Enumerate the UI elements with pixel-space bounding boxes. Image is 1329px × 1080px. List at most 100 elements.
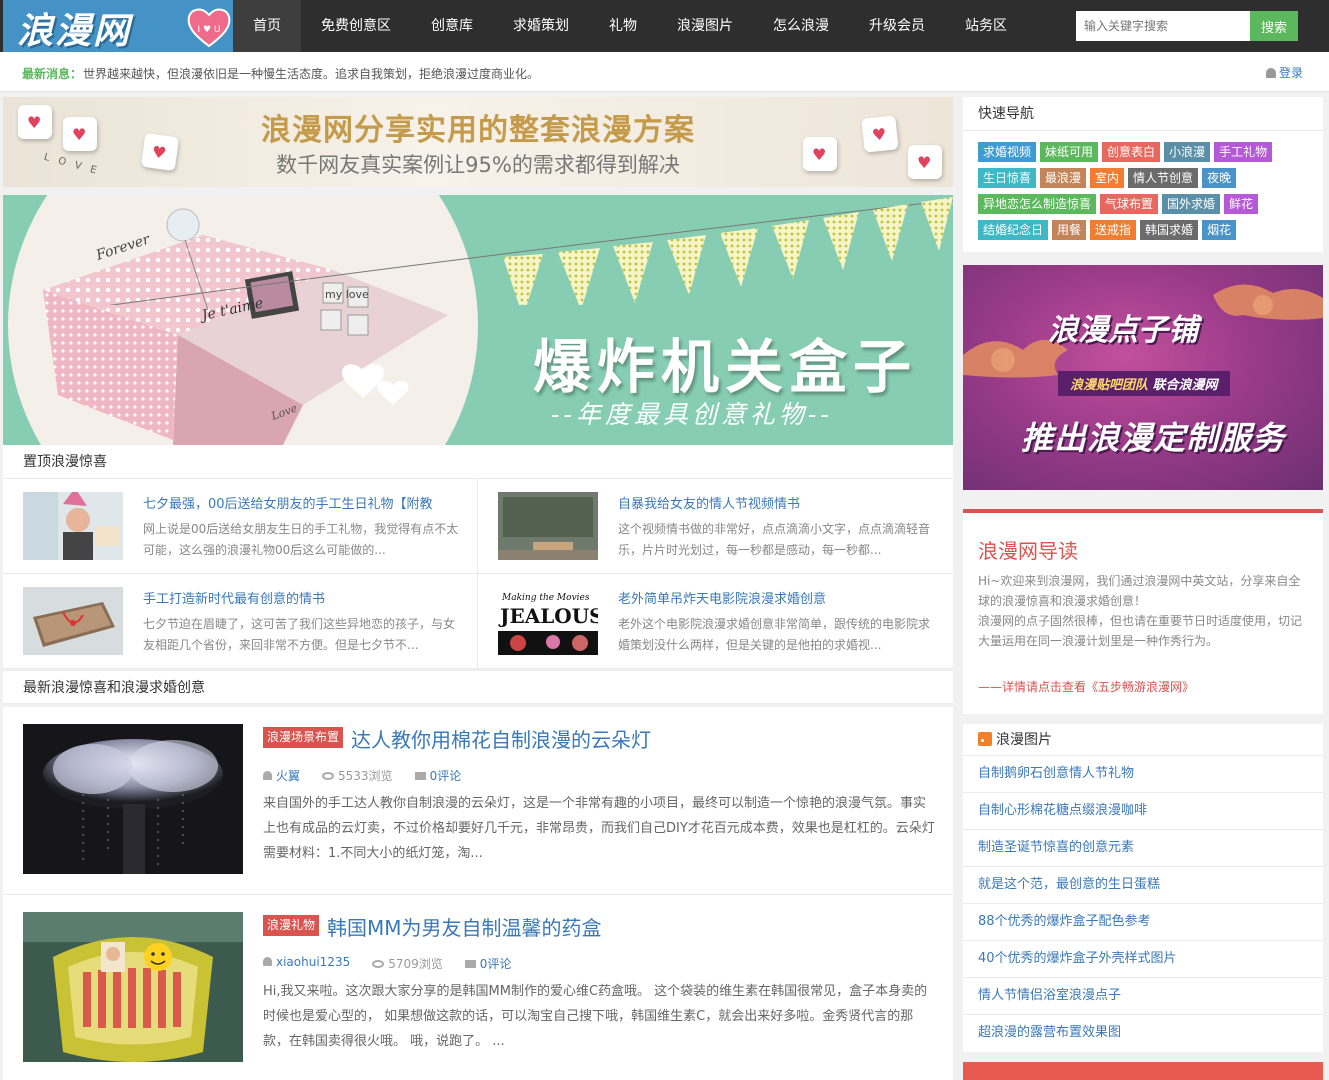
sidebar: 快速导航 求婚视频 妹纸可用 创意表白 小浪漫 手工礼物 生日惊喜 最浪漫 室内 情人节创意 夜晚… (963, 97, 1323, 1080)
picture-link[interactable]: 自制心形棉花糖点缀浪漫咖啡 (963, 793, 1323, 830)
pinned-item-title[interactable]: 老外简单吊炸天电影院浪漫求婚创意 (618, 588, 938, 607)
ad-title: 浪漫点子铺 (1048, 313, 1198, 348)
article-item: 浪漫礼物 韩国MM为男友自制温馨的药盒 xiaohui1235 5709浏览 0… (3, 895, 953, 1080)
pinned-item-desc: 七夕节迫在眉睫了，这可苦了我们这些异地恋的孩子，与女友相距几个省份，来回非常不方… (143, 617, 456, 652)
feature-banner[interactable]: Forever my love Je t'aime Love 爆炸机关盒子 --… (3, 195, 953, 445)
picture-link[interactable]: 就是这个范，最创意的生日蛋糕 (963, 867, 1323, 904)
svg-text:JEALOUS: JEALOUS (498, 604, 598, 628)
nav-item-site-affairs[interactable]: 站务区 (945, 0, 1027, 52)
quick-nav-tag[interactable]: 烟花 (1202, 220, 1237, 240)
article-category-tag[interactable]: 浪漫场景布置 (263, 727, 344, 748)
nav-item-idea-library[interactable]: 创意库 (411, 0, 493, 52)
logo-heart-icon: I ♥ U (187, 8, 231, 48)
guide-title: 浪漫网导读 (978, 539, 1078, 563)
article-title[interactable]: 达人教你用棉花自制浪漫的云朵灯 (351, 724, 651, 753)
picture-link[interactable]: 40个优秀的爆炸盒子外壳样式图片 (963, 941, 1323, 978)
article-excerpt: 来自国外的手工达人教你自制浪漫的云朵灯，这是一个非常有趣的小项目，最终可以制造一… (263, 796, 935, 861)
quick-nav-tag[interactable]: 夜晚 (1202, 168, 1237, 188)
quick-nav-tag[interactable]: 室内 (1090, 168, 1125, 188)
article-thumbnail[interactable] (23, 724, 243, 874)
quick-nav-tag[interactable]: 手工礼物 (1214, 142, 1273, 162)
nav-item-how-to[interactable]: 怎么浪漫 (753, 0, 849, 52)
top-navigation-bar: 浪漫网 I ♥ U 首页 免费创意区 创意库 求婚策划 礼物 浪漫图片 怎么浪漫… (0, 0, 1329, 52)
article-comments[interactable]: 0评论 (464, 955, 511, 972)
pinned-item-title[interactable]: 手工打造新时代最有创意的情书 (143, 588, 463, 607)
quick-nav-tag[interactable]: 送戒指 (1090, 220, 1137, 240)
pinned-list: 七夕最强，00后送给女朋友的手工生日礼物【附教 网上说是00后送给女朋友生日的手… (3, 479, 953, 669)
rss-icon[interactable] (978, 732, 992, 746)
feature-banner-subtitle: --年度最具创意礼物-- (551, 400, 833, 429)
article-author[interactable]: 火翼 (263, 767, 300, 784)
svg-text:Making the Movies: Making the Movies (501, 593, 590, 603)
nav-item-membership[interactable]: 升级会员 (849, 0, 945, 52)
quick-nav-tag[interactable]: 最浪漫 (1040, 168, 1087, 188)
pictures-panel-title: 浪漫图片 (996, 732, 1052, 748)
nav-item-home[interactable]: 首页 (233, 0, 301, 52)
article-title[interactable]: 韩国MM为男友自制温馨的药盒 (327, 912, 602, 941)
sidebar-ad-banner[interactable]: 浪漫点子铺 浪漫贴吧团队 联合浪漫网 推出浪漫定制服务 (963, 265, 1323, 490)
picture-link[interactable]: 自制鹅卵石创意情人节礼物 (963, 756, 1323, 793)
quick-nav-tag[interactable]: 鲜花 (1224, 194, 1259, 214)
quick-nav-tag[interactable]: 情人节创意 (1128, 168, 1199, 188)
quick-nav-tag[interactable]: 创意表白 (1102, 142, 1161, 162)
article-category-tag[interactable]: 浪漫礼物 (263, 915, 320, 936)
ad-tagline: 推出浪漫定制服务 (1021, 419, 1286, 457)
nav-item-pictures[interactable]: 浪漫图片 (657, 0, 753, 52)
article-list: 浪漫场景布置 达人教你用棉花自制浪漫的云朵灯 火翼 5533浏览 0评论 来自国… (3, 707, 953, 1080)
pinned-item[interactable]: 七夕最强，00后送给女朋友的手工生日礼物【附教 网上说是00后送给女朋友生日的手… (3, 479, 478, 574)
user-icon (263, 957, 272, 966)
feature-banner-title: 爆炸机关盒子 (533, 333, 918, 401)
guide-link[interactable]: ——详情请点击查看《五步畅游浪漫网》 (978, 678, 1194, 695)
quick-nav-tag[interactable]: 求婚视频 (978, 142, 1037, 162)
pinned-item-title[interactable]: 七夕最强，00后送给女朋友的手工生日礼物【附教 (143, 493, 463, 512)
comment-icon (464, 960, 476, 968)
article-comments[interactable]: 0评论 (414, 767, 461, 784)
pinned-item-desc: 网上说是00后送给女朋友生日的手工礼物，我觉得有点不太可能，这么强的浪漫礼物00… (143, 522, 459, 557)
site-logo[interactable]: 浪漫网 I ♥ U (3, 0, 233, 52)
pinned-item[interactable]: Making the Movies JEALOUS 老外简单吊炸天电影院浪漫求婚… (478, 574, 953, 669)
pinned-item[interactable]: 自暴我给女友的情人节视频情书 这个视频情书做的非常好，点点滴滴小文字，点点滴滴轻… (478, 479, 953, 574)
search-input[interactable] (1076, 11, 1250, 41)
picture-link[interactable]: 情人节情侣浴室浪漫点子 (963, 978, 1323, 1015)
sidebar-next-panel-edge (963, 1062, 1323, 1080)
user-icon (263, 771, 272, 780)
pinned-item-title[interactable]: 自暴我给女友的情人节视频情书 (618, 493, 938, 512)
login-link[interactable]: 登录 (1266, 64, 1303, 81)
article-views: 5709浏览 (372, 955, 443, 972)
article-author[interactable]: xiaohui1235 (263, 955, 350, 972)
pinned-thumbnail (23, 587, 123, 655)
quick-nav-tag[interactable]: 生日惊喜 (978, 168, 1037, 188)
quick-nav-tag[interactable]: 用餐 (1052, 220, 1087, 240)
nav-item-free-ideas[interactable]: 免费创意区 (301, 0, 411, 52)
picture-link[interactable]: 制造圣诞节惊喜的创意元素 (963, 830, 1323, 867)
eye-icon (372, 960, 385, 968)
pinned-thumbnail: Making the Movies JEALOUS (498, 587, 598, 655)
quick-nav-panel: 快速导航 求婚视频 妹纸可用 创意表白 小浪漫 手工礼物 生日惊喜 最浪漫 室内 情人节创意 夜晚… (963, 97, 1323, 252)
quick-nav-tag[interactable]: 国外求婚 (1162, 194, 1221, 214)
article-thumbnail[interactable] (23, 912, 243, 1062)
promo-banner-subtitle: 数千网友真实案例让95%的需求都得到解决 (276, 153, 680, 177)
pictures-panel-header: 浪漫图片 (963, 724, 1323, 756)
quick-nav-tag[interactable]: 妹纸可用 (1040, 142, 1099, 162)
quick-nav-tag[interactable]: 小浪漫 (1164, 142, 1211, 162)
pinned-item-desc: 这个视频情书做的非常好，点点滴滴小文字，点点滴滴轻音乐，片片时光划过，每一秒都是… (618, 522, 931, 557)
quick-nav-tag[interactable]: 异地恋怎么制造惊喜 (978, 194, 1097, 214)
news-bar: 最新消息： 世界越来越快，但浪漫依旧是一种慢生活态度。追求自我策划，拒绝浪漫过度… (0, 52, 1329, 92)
quick-nav-tag[interactable]: 结婚纪念日 (978, 220, 1049, 240)
ad-team: 浪漫贴吧团队 联合浪漫网 (1058, 371, 1230, 396)
quick-nav-tag[interactable]: 韩国求婚 (1140, 220, 1199, 240)
user-icon (1266, 68, 1276, 78)
eye-icon (322, 772, 335, 780)
picture-link[interactable]: 超浪漫的露营布置效果图 (963, 1015, 1323, 1052)
search-button[interactable]: 搜索 (1250, 11, 1298, 41)
login-label: 登录 (1279, 66, 1304, 80)
bunting-decoration (108, 197, 953, 305)
pinned-item-desc: 老外这个电影院浪漫求婚创意非常简单，跟传统的电影院求婚策划没什么两样，但是关键的… (618, 617, 931, 652)
picture-link[interactable]: 88个优秀的爆炸盒子配色参考 (963, 904, 1323, 941)
nav-item-gifts[interactable]: 礼物 (589, 0, 657, 52)
nav-item-proposal[interactable]: 求婚策划 (493, 0, 589, 52)
quick-nav-tag[interactable]: 气球布置 (1100, 194, 1159, 214)
news-text: 世界越来越快，但浪漫依旧是一种慢生活态度。追求自我策划，拒绝浪漫过度商业化。 (83, 67, 540, 81)
pinned-item[interactable]: 手工打造新时代最有创意的情书 七夕节迫在眉睫了，这可苦了我们这些异地恋的孩子，与… (3, 574, 478, 669)
promo-banner[interactable]: ♥ ♥ ♥ ♥ ♥ ♥ L O V E 浪漫网分享实用的整套浪漫方案 数千网友真… (3, 97, 953, 187)
